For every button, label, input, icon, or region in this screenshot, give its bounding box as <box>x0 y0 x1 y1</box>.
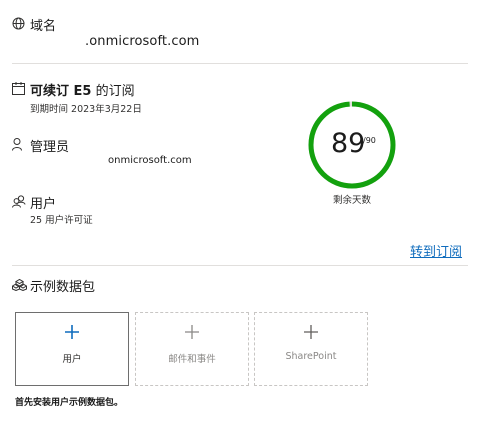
days-total-value: /90 <box>363 136 376 145</box>
people-icon <box>12 195 26 208</box>
sample-packs-note: 首先安装用户示例数据包。 <box>15 398 124 408</box>
sample-pack-mail-events-card[interactable]: 邮件和事件 <box>135 312 249 386</box>
users-license-count: 25 用户许可证 <box>30 215 93 226</box>
domain-label: 域名 <box>30 19 57 34</box>
divider <box>12 265 468 266</box>
sample-packs-title: 示例数据包 <box>30 280 96 295</box>
plus-icon <box>185 324 199 343</box>
days-remaining-gauge: 89 /90 <box>307 100 397 190</box>
plus-icon <box>304 324 318 343</box>
admin-value: onmicrosoft.com <box>108 155 192 166</box>
calendar-icon <box>12 82 25 95</box>
card-label: SharePoint <box>285 351 337 362</box>
data-pack-icon <box>12 278 27 291</box>
sample-pack-sharepoint-card[interactable]: SharePoint <box>254 312 368 386</box>
sample-pack-users-card[interactable]: 用户 <box>15 312 129 386</box>
go-to-subscription-link[interactable]: 转到订阅 <box>410 241 462 260</box>
subscription-title: 可续订 E5 的订阅 <box>30 80 135 99</box>
admin-label: 管理员 <box>30 140 70 155</box>
subscription-title-suffix: 的订阅 <box>91 84 135 99</box>
plus-icon <box>65 324 79 343</box>
domain-value: .onmicrosoft.com <box>85 34 200 49</box>
person-icon <box>12 138 26 151</box>
globe-icon <box>12 17 25 30</box>
subscription-expiry: 到期时间 2023年3月22日 <box>30 104 142 115</box>
subscription-name: 可续订 E5 <box>30 84 92 99</box>
days-remaining-value: 89 <box>331 128 366 159</box>
divider <box>12 63 468 64</box>
users-label: 用户 <box>30 197 57 212</box>
card-label: 用户 <box>62 354 82 365</box>
card-label: 邮件和事件 <box>168 354 216 365</box>
days-remaining-label: 剩余天数 <box>333 195 372 206</box>
